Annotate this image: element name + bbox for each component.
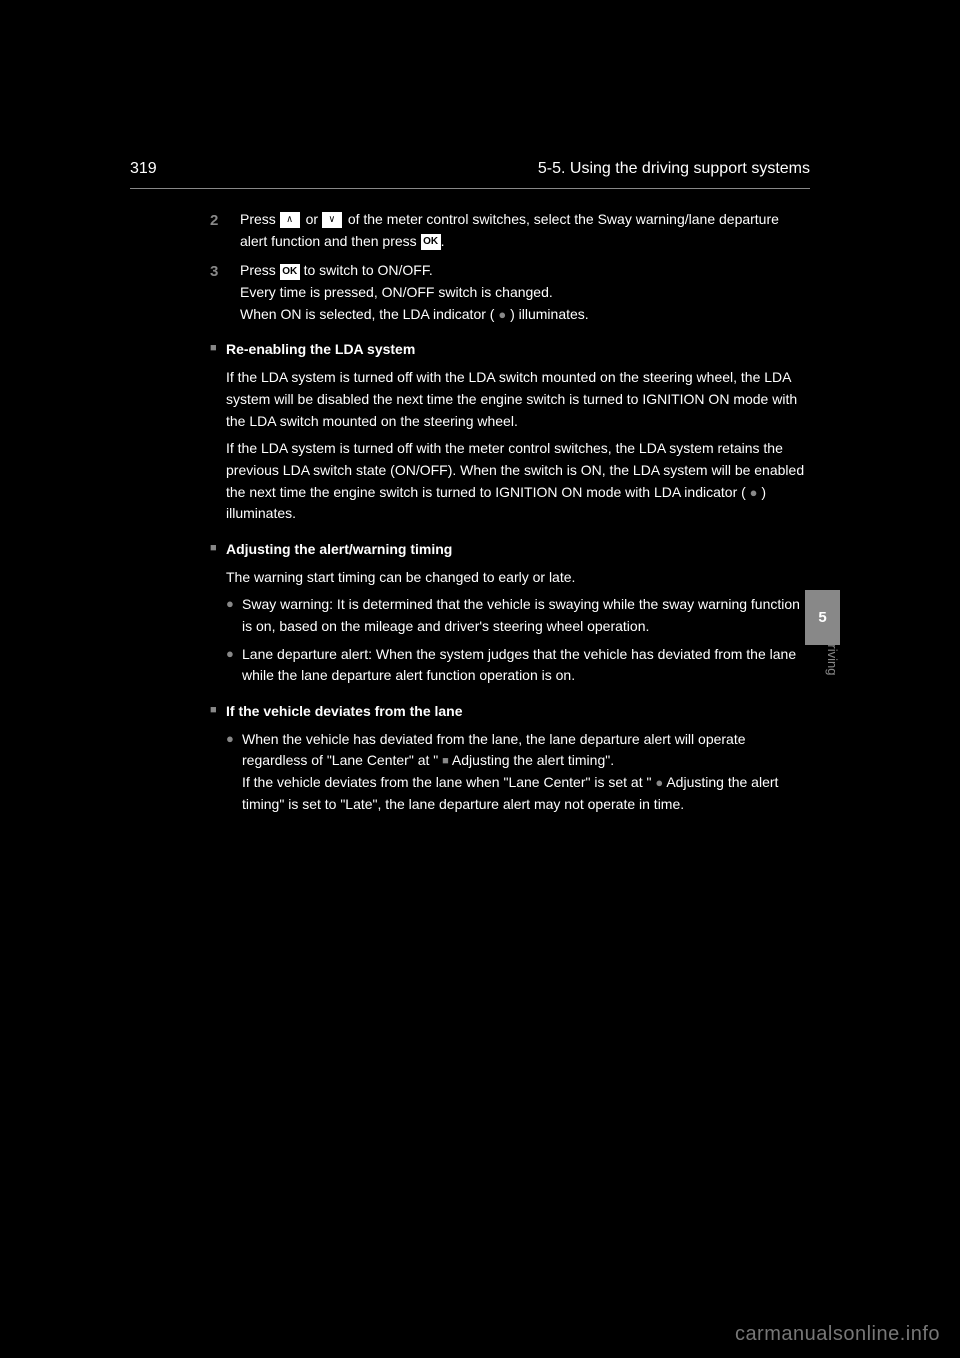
inline-square-icon: ■ (442, 755, 449, 767)
step-2-number: 2 (210, 209, 240, 232)
step-3-text-before: Press (240, 262, 280, 278)
indicator-dot-icon: ● (498, 307, 506, 322)
page-number: 319 (130, 160, 157, 178)
step-2-text-mid: or (306, 211, 322, 227)
bullet-lane-text: Lane departure alert: When the system ju… (242, 644, 810, 687)
step-3-row: 3 Press OK to switch to ON/OFF. Every ti… (210, 260, 810, 325)
bullet-deviates: ● When the vehicle has deviated from the… (226, 729, 810, 816)
heading-adjusting-text: Adjusting the alert/warning timing (226, 539, 452, 561)
ok-button-icon: OK (280, 264, 300, 280)
step-3-note-after: ) illuminates. (510, 306, 589, 322)
heading-adjusting: ■ Adjusting the alert/warning timing (210, 539, 810, 561)
bullet3-after: If the vehicle deviates from the lane wh… (242, 774, 651, 790)
heading-reenabling: ■ Re-enabling the LDA system (210, 339, 810, 361)
watermark-text: carmanualsonline.info (735, 1323, 940, 1346)
indicator-dot-icon: ● (750, 485, 758, 500)
para-reenabling-1: If the LDA system is turned off with the… (226, 367, 810, 432)
step-2-text-before: Press (240, 211, 280, 227)
bullet-deviates-body: When the vehicle has deviated from the l… (242, 729, 810, 816)
square-bullet-icon: ■ (210, 539, 226, 559)
indicator-dot-icon: ● (655, 775, 663, 790)
up-arrow-icon: ∧ (280, 212, 300, 228)
para-adjusting: The warning start timing can be changed … (226, 567, 810, 589)
dot-bullet-icon: ● (226, 729, 242, 749)
section-name: 5-5. Using the driving support systems (538, 160, 810, 178)
bullet-lane-departure: ● Lane departure alert: When the system … (226, 644, 810, 687)
chapter-number: 5 (818, 609, 826, 626)
dot-bullet-icon: ● (226, 594, 242, 614)
bullet3-mid: Adjusting the alert timing". (452, 752, 614, 768)
step-3-number: 3 (210, 260, 240, 283)
step-3-body: Press OK to switch to ON/OFF. Every time… (240, 260, 810, 325)
step-3-note-before: When ON is selected, the LDA indicator ( (240, 306, 494, 322)
para2-before: If the LDA system is turned off with the… (226, 440, 804, 499)
bullet-sway-text: Sway warning: It is determined that the … (242, 594, 810, 637)
step-3-sub: Every time is pressed, ON/OFF switch is … (240, 282, 810, 304)
bullet-sway-warning: ● Sway warning: It is determined that th… (226, 594, 810, 637)
square-bullet-icon: ■ (210, 339, 226, 359)
step-3-text-after: to switch to ON/OFF. (304, 262, 433, 278)
heading-deviates-text: If the vehicle deviates from the lane (226, 701, 463, 723)
step-2-period: . (441, 233, 445, 249)
square-bullet-icon: ■ (210, 701, 226, 721)
header-row: 319 5-5. Using the driving support syste… (130, 160, 810, 189)
ok-button-icon: OK (421, 234, 441, 250)
heading-reenabling-text: Re-enabling the LDA system (226, 339, 415, 361)
content-body: 2 Press ∧ or ∨ of the meter control swit… (130, 209, 810, 816)
down-arrow-icon: ∨ (322, 212, 342, 228)
para-reenabling-2: If the LDA system is turned off with the… (226, 438, 810, 525)
heading-deviates: ■ If the vehicle deviates from the lane (210, 701, 810, 723)
chapter-label: Driving (825, 635, 840, 670)
step-2-body: Press ∧ or ∨ of the meter control switch… (240, 209, 810, 252)
step-3-note: When ON is selected, the LDA indicator (… (240, 304, 810, 326)
step-2-row: 2 Press ∧ or ∨ of the meter control swit… (210, 209, 810, 252)
dot-bullet-icon: ● (226, 644, 242, 664)
